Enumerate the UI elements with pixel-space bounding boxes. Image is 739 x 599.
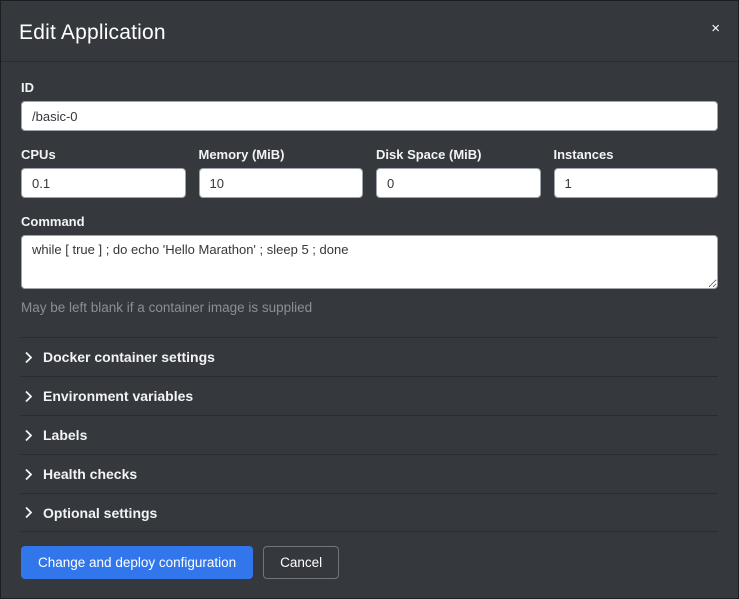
instances-label: Instances [554,147,719,162]
edit-application-modal: Edit Application × ID CPUs Memory (MiB) … [0,0,739,599]
section-label: Environment variables [43,388,193,404]
section-label: Labels [43,427,87,443]
command-textarea[interactable]: while [ true ] ; do echo 'Hello Marathon… [21,235,718,289]
section-label: Docker container settings [43,349,215,365]
section-optional-settings[interactable]: Optional settings [21,493,718,532]
cpus-label: CPUs [21,147,186,162]
instances-input[interactable] [554,168,719,198]
disk-label: Disk Space (MiB) [376,147,541,162]
modal-title: Edit Application [19,21,718,45]
memory-label: Memory (MiB) [199,147,364,162]
section-label: Health checks [43,466,137,482]
memory-input[interactable] [199,168,364,198]
id-field-group: ID [21,80,718,131]
change-and-deploy-button[interactable]: Change and deploy configuration [21,546,253,579]
close-icon[interactable]: × [707,17,724,40]
command-field-group: Command while [ true ] ; do echo 'Hello … [21,214,718,315]
section-environment-variables[interactable]: Environment variables [21,376,718,415]
resource-fields-row: CPUs Memory (MiB) Disk Space (MiB) Insta… [21,147,718,198]
command-help-text: May be left blank if a container image i… [21,300,718,315]
cpus-input[interactable] [21,168,186,198]
cpus-field-group: CPUs [21,147,186,198]
chevron-right-icon [21,467,35,481]
modal-body: ID CPUs Memory (MiB) Disk Space (MiB) In… [1,62,738,532]
modal-footer: Change and deploy configuration Cancel [1,532,738,599]
section-docker-container-settings[interactable]: Docker container settings [21,337,718,376]
chevron-right-icon [21,428,35,442]
disk-input[interactable] [376,168,541,198]
section-health-checks[interactable]: Health checks [21,454,718,493]
collapsible-sections: Docker container settings Environment va… [21,337,718,532]
id-input[interactable] [21,101,718,131]
chevron-right-icon [21,506,35,520]
modal-header: Edit Application × [1,1,738,62]
cancel-button[interactable]: Cancel [263,546,339,579]
id-label: ID [21,80,718,95]
disk-field-group: Disk Space (MiB) [376,147,541,198]
memory-field-group: Memory (MiB) [199,147,364,198]
chevron-right-icon [21,389,35,403]
command-label: Command [21,214,718,229]
section-labels[interactable]: Labels [21,415,718,454]
chevron-right-icon [21,350,35,364]
instances-field-group: Instances [554,147,719,198]
section-label: Optional settings [43,505,157,521]
